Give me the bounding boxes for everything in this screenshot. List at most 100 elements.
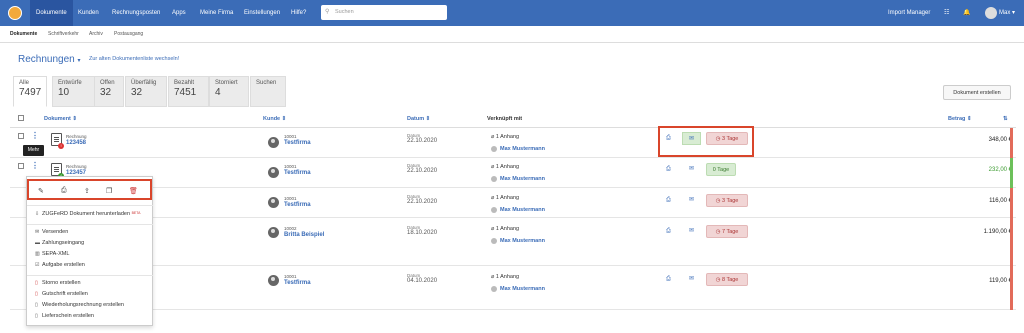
table-row[interactable]: [10, 188, 1016, 218]
grid-icon[interactable]: ☷: [944, 0, 949, 26]
tab-count: 10: [58, 87, 70, 98]
menu-label: ZUGFeRD Dokument herunterladen: [42, 211, 131, 217]
bell-icon[interactable]: 🔔: [963, 0, 970, 26]
print-icon[interactable]: ⎙: [666, 197, 671, 204]
menu-item-storno[interactable]: ▯ Storno erstellen: [35, 280, 81, 286]
subnav-postausgang[interactable]: Postausgang: [114, 31, 143, 37]
menu-item-zugferd[interactable]: ⇩ ZUGFeRD Dokument herunterladen BETA: [35, 211, 140, 217]
col-header-label: Betrag: [948, 116, 966, 122]
status-badge[interactable]: 0 Tage: [706, 163, 736, 176]
tab-storniert[interactable]: Storniert 4: [209, 76, 249, 107]
nav-apps[interactable]: Apps: [166, 0, 192, 26]
attachment-link[interactable]: ⌀ 1 Anhang: [491, 274, 519, 280]
select-all-checkbox[interactable]: [18, 115, 24, 121]
document-number[interactable]: 123458: [66, 140, 86, 146]
nav-hilfe[interactable]: Hilfe?: [285, 0, 312, 26]
print-icon[interactable]: ⎙: [666, 166, 671, 173]
menu-item-wiederholung[interactable]: ▯ Wiederholungsrechnung erstellen: [35, 302, 124, 308]
customer-name[interactable]: Britta Beispiel: [284, 232, 324, 238]
amount: 119,00 €: [989, 278, 1012, 284]
col-header-label: Datum: [407, 116, 425, 122]
nav-rechnungsposten[interactable]: Rechnungsposten: [106, 0, 166, 26]
linked-person[interactable]: Max Mustermann: [500, 286, 545, 292]
attachment-link[interactable]: ⌀ 1 Anhang: [491, 164, 519, 170]
subnav-dokumente[interactable]: Dokumente: [10, 31, 37, 37]
menu-item-sepa[interactable]: ▥ SEPA-XML: [35, 251, 69, 257]
create-document-button[interactable]: Dokument erstellen: [943, 85, 1011, 100]
col-header-amount[interactable]: Betrag ⇕: [948, 116, 972, 122]
print-icon[interactable]: ⎙: [666, 228, 671, 235]
mail-icon[interactable]: ✉: [682, 163, 701, 176]
mail-icon[interactable]: ✉: [682, 225, 701, 238]
attachment-link[interactable]: ⌀ 1 Anhang: [491, 195, 519, 201]
app-logo[interactable]: [8, 6, 22, 20]
status-badge[interactable]: ◷ 3 Tage: [706, 194, 748, 207]
mail-icon: ✉: [35, 229, 40, 235]
search-input[interactable]: ⚲ Suchen: [321, 5, 447, 20]
menu-item-gutschrift[interactable]: ▯ Gutschrift erstellen: [35, 291, 88, 297]
linked-person[interactable]: Max Mustermann: [500, 238, 545, 244]
document-icon: ▯: [35, 302, 38, 308]
linked-person[interactable]: Max Mustermann: [500, 207, 545, 213]
menu-item-versenden[interactable]: ✉ Versenden: [35, 229, 68, 235]
attachment-link[interactable]: ⌀ 1 Anhang: [491, 134, 519, 140]
nav-einstellungen[interactable]: Einstellungen: [238, 0, 286, 26]
paperclip-icon: ⌀: [491, 134, 495, 140]
import-manager-link[interactable]: Import Manager: [888, 0, 930, 26]
tab-label: Bezahlt: [174, 80, 195, 86]
customer-name[interactable]: Testfirma: [284, 202, 311, 208]
col-header-document[interactable]: Dokument ⇕: [44, 116, 77, 122]
nav-dokumente[interactable]: Dokumente: [30, 0, 73, 26]
user-avatar[interactable]: [985, 7, 997, 19]
table-row[interactable]: [10, 158, 1016, 188]
more-icon[interactable]: ⋮: [31, 131, 39, 140]
tab-count: 4: [215, 87, 221, 98]
more-icon[interactable]: ⋮: [31, 161, 39, 170]
sort-icon[interactable]: ⇅: [1003, 116, 1008, 122]
nav-meine-firma[interactable]: Meine Firma: [194, 0, 239, 26]
amount: 348,00 €: [988, 137, 1012, 143]
print-icon[interactable]: ⎙: [666, 276, 671, 283]
tab-ueberfaellig[interactable]: Überfällig 32: [125, 76, 167, 107]
status-badge[interactable]: ◷ 7 Tage: [706, 225, 748, 238]
tab-bezahlt[interactable]: Bezahlt 7451: [168, 76, 209, 107]
person-avatar: [491, 146, 497, 152]
tab-offen[interactable]: Offen 32: [94, 76, 124, 107]
table-row[interactable]: [10, 128, 1016, 158]
linked-person[interactable]: Max Mustermann: [500, 176, 545, 182]
date-value: 22.10.2020: [407, 199, 438, 205]
col-header-date[interactable]: Datum ⇕: [407, 116, 430, 122]
col-header-customer[interactable]: Kunde ⇕: [263, 116, 286, 122]
customer-name[interactable]: Testfirma: [284, 140, 311, 146]
amount: 1.190,00 €: [983, 229, 1012, 235]
menu-divider: [27, 224, 153, 225]
mail-icon[interactable]: ✉: [682, 273, 701, 286]
customer-name[interactable]: Testfirma: [284, 170, 311, 176]
customer-avatar: [268, 275, 279, 286]
tab-count: 32: [100, 87, 112, 98]
mail-icon[interactable]: ✉: [682, 194, 701, 207]
status-stripe: [1010, 188, 1013, 218]
tab-entwuerfe[interactable]: Entwürfe 10: [52, 76, 96, 107]
attachment-link[interactable]: ⌀ 1 Anhang: [491, 226, 519, 232]
row-checkbox[interactable]: [18, 163, 24, 169]
nav-kunden[interactable]: Kunden: [72, 0, 105, 26]
tab-alle[interactable]: Alle 7497: [13, 76, 47, 107]
status-stripe: [1010, 218, 1013, 266]
row-checkbox[interactable]: [18, 133, 24, 139]
tab-suchen[interactable]: Suchen: [250, 76, 286, 107]
user-menu[interactable]: Max ▾: [999, 0, 1015, 26]
menu-item-zahlungseingang[interactable]: ▬ Zahlungseingang: [35, 240, 84, 246]
menu-item-aufgabe[interactable]: ☑ Aufgabe erstellen: [35, 262, 85, 268]
menu-item-lieferschein[interactable]: ▯ Lieferschein erstellen: [35, 313, 94, 319]
status-stripe: [1010, 158, 1013, 188]
status-badge[interactable]: ◷ 8 Tage: [706, 273, 748, 286]
document-icon: ▯: [35, 280, 38, 286]
linked-person[interactable]: Max Mustermann: [500, 146, 545, 152]
customer-name[interactable]: Testfirma: [284, 280, 311, 286]
sub-navbar: Dokumente Schriftverkehr Archiv Postausg…: [0, 26, 1024, 43]
subnav-schriftverkehr[interactable]: Schriftverkehr: [48, 31, 79, 37]
old-list-link[interactable]: Zur alten Dokumentenliste wechseln!: [89, 56, 179, 62]
subnav-archiv[interactable]: Archiv: [89, 31, 103, 37]
page-title[interactable]: Rechnungen ▾: [18, 54, 81, 65]
